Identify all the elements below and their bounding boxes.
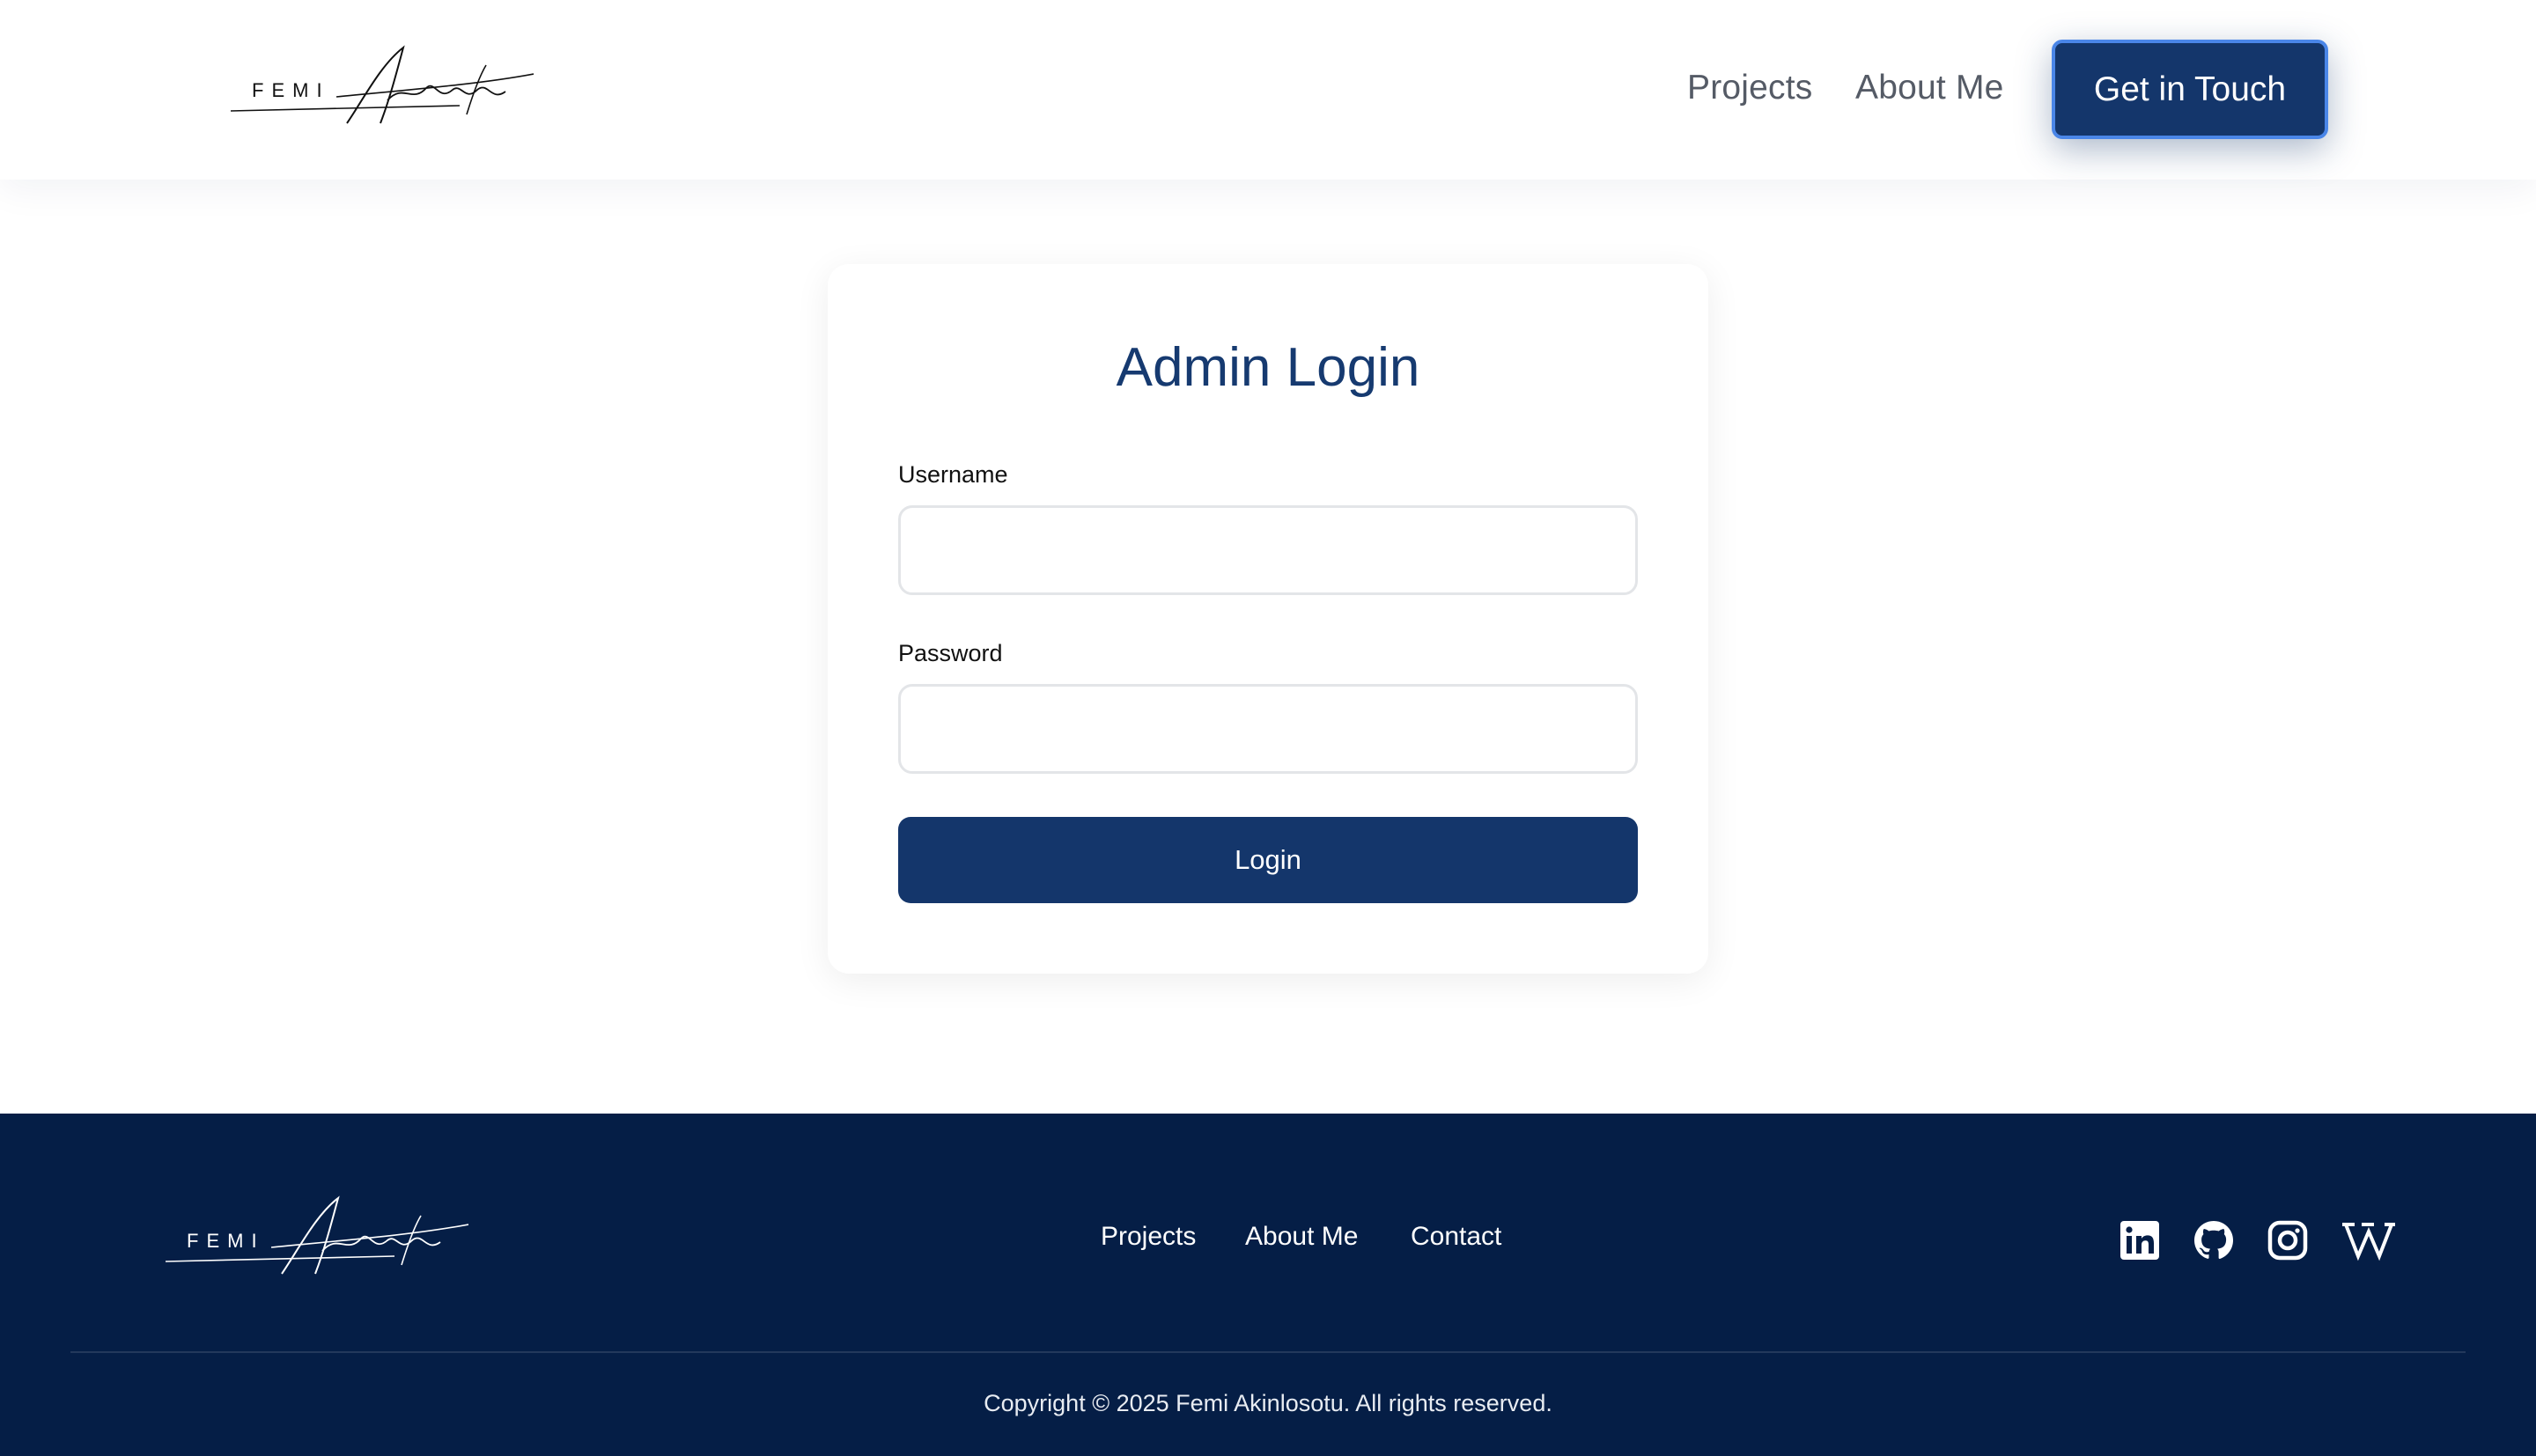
site-footer: FEMI Projects About Me Contact Copyright…: [0, 1114, 2536, 1456]
github-icon[interactable]: [2193, 1219, 2235, 1261]
signature-logo-icon: FEMI: [166, 1195, 468, 1275]
svg-text:FEMI: FEMI: [187, 1230, 265, 1252]
wikipedia-icon[interactable]: [2341, 1219, 2397, 1261]
nav-about-me[interactable]: About Me: [1855, 69, 2004, 107]
svg-text:FEMI: FEMI: [252, 79, 330, 101]
username-label: Username: [898, 461, 1008, 488]
linkedin-icon[interactable]: [2119, 1219, 2161, 1261]
password-label: Password: [898, 640, 1003, 666]
login-button[interactable]: Login: [898, 817, 1638, 903]
footer-logo[interactable]: FEMI: [166, 1189, 468, 1283]
get-in-touch-button[interactable]: Get in Touch: [2052, 40, 2328, 139]
nav-projects[interactable]: Projects: [1687, 69, 1812, 107]
copyright-text: Copyright © 2025 Femi Akinlosotu. All ri…: [984, 1390, 1552, 1416]
signature-logo-icon: FEMI: [231, 45, 534, 124]
password-input[interactable]: [898, 684, 1638, 774]
footer-link-contact[interactable]: Contact: [1411, 1222, 1501, 1252]
admin-login-card: Admin Login Username Password Login: [828, 264, 1708, 974]
footer-link-projects[interactable]: Projects: [1101, 1222, 1196, 1252]
page-title: Admin Login: [1116, 337, 1420, 398]
footer-divider: [70, 1351, 2466, 1353]
site-header: FEMI Projects About Me Get in Touch: [0, 0, 2536, 180]
username-input[interactable]: [898, 505, 1638, 595]
footer-link-about-me[interactable]: About Me: [1245, 1222, 1358, 1252]
instagram-icon[interactable]: [2267, 1219, 2309, 1261]
site-logo[interactable]: FEMI: [231, 39, 534, 132]
